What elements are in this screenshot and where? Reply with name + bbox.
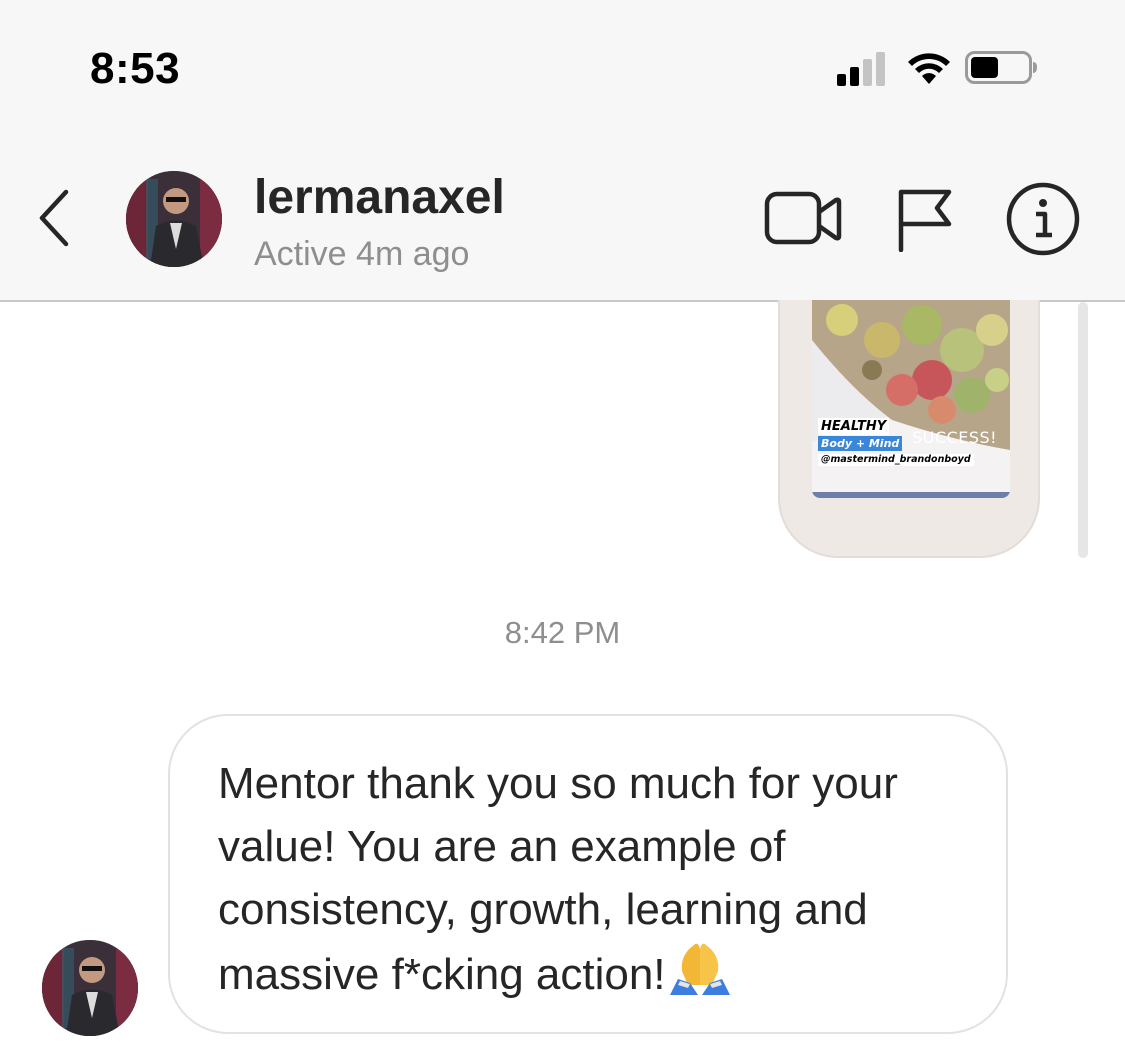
- report-flag-button[interactable]: [896, 186, 954, 253]
- status-time: 8:53: [90, 44, 181, 93]
- video-call-button[interactable]: [764, 188, 842, 250]
- flag-icon: [896, 189, 954, 256]
- post-image[interactable]: HEALTHY Body + Mind @mastermind_brandonb…: [812, 300, 1010, 498]
- sender-avatar[interactable]: [42, 940, 138, 1036]
- post-tag-body-mind: Body + Mind: [818, 436, 903, 451]
- activity-status: Active 4m ago: [254, 235, 470, 273]
- message-text-container: Mentor thank you so much for your value!…: [218, 752, 958, 1006]
- message-timestamp: 8:42 PM: [504, 615, 621, 650]
- post-tag-handle: @mastermind_brandonboyd: [818, 454, 974, 466]
- message-bubble[interactable]: Mentor thank you so much for your value!…: [168, 714, 1008, 1034]
- video-camera-icon: [764, 191, 842, 254]
- chevron-left-icon: [30, 189, 80, 252]
- cellular-signal-icon: [837, 50, 889, 86]
- message-text: Mentor thank you so much for your value!…: [218, 759, 898, 999]
- shared-post[interactable]: HEALTHY Body + Mind @mastermind_brandonb…: [778, 300, 1040, 558]
- info-button[interactable]: [1006, 182, 1080, 256]
- status-icons: [835, 50, 1085, 88]
- status-bar: 8:53: [0, 0, 1125, 140]
- wifi-icon: [905, 50, 953, 86]
- dm-thread-screen: 8:53 lermanaxel Active 4m ago HEALTHY Bo…: [0, 0, 1125, 1044]
- info-icon: [1006, 182, 1080, 260]
- folded-hands-icon: [668, 941, 732, 997]
- post-tag-success: SUCCESS!: [912, 428, 998, 447]
- post-tag-healthy: HEALTHY: [818, 418, 890, 435]
- username[interactable]: lermanaxel: [254, 170, 505, 225]
- battery-icon: [965, 50, 1039, 86]
- scroll-indicator[interactable]: [1078, 302, 1088, 558]
- back-button[interactable]: [30, 188, 80, 248]
- conversation-header: lermanaxel Active 4m ago: [0, 140, 1125, 302]
- avatar[interactable]: [126, 171, 222, 267]
- food-photo: [812, 300, 1010, 498]
